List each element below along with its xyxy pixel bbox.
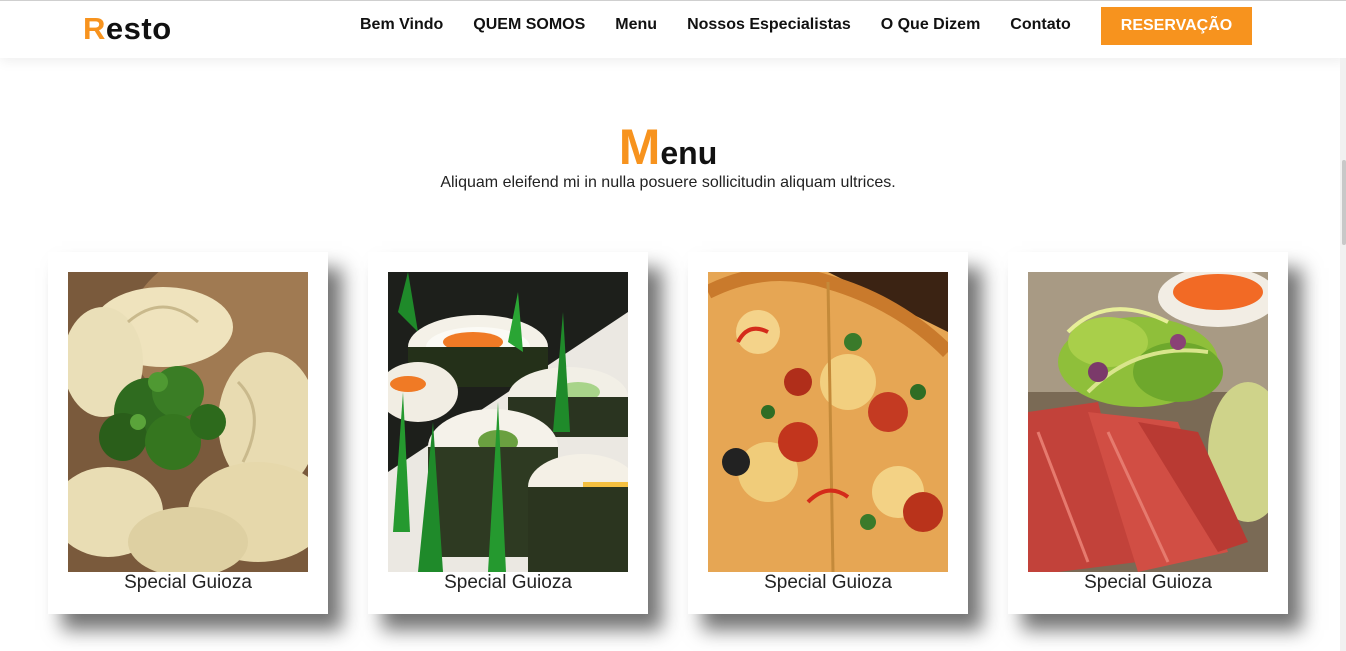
brand-logo[interactable]: Resto — [83, 11, 172, 47]
sushi-photo — [388, 272, 628, 572]
card-caption: Special Guioza — [764, 572, 892, 593]
reservation-button[interactable]: RESERVAÇÃO — [1101, 7, 1252, 45]
menu-card[interactable]: Special Guioza — [1008, 252, 1288, 614]
brand-rest: esto — [105, 11, 172, 46]
nav-link-bem-vindo[interactable]: Bem Vindo — [360, 16, 443, 34]
menu-card[interactable]: Special Guioza — [688, 252, 968, 614]
nav-link-menu[interactable]: Menu — [615, 16, 657, 34]
card-caption: Special Guioza — [444, 572, 572, 593]
nav-link-o-que-dizem[interactable]: O Que Dizem — [881, 16, 981, 34]
menu-section-title: Menu — [0, 118, 1336, 176]
scrollbar[interactable] — [1340, 58, 1346, 651]
main-nav: Bem Vindo QUEM SOMOS Menu Nossos Especia… — [345, 1, 1086, 49]
scrollbar-thumb[interactable] — [1342, 160, 1346, 245]
menu-section-subtitle: Aliquam eleifend mi in nulla posuere sol… — [440, 174, 896, 191]
menu-card[interactable]: Special Guioza — [48, 252, 328, 614]
title-rest: enu — [660, 135, 718, 171]
card-caption: Special Guioza — [124, 572, 252, 593]
nav-link-quem-somos[interactable]: QUEM SOMOS — [473, 16, 585, 34]
menu-card[interactable]: Special Guioza — [368, 252, 648, 614]
nav-link-contato[interactable]: Contato — [1010, 16, 1070, 34]
title-first-letter: M — [618, 119, 661, 175]
navbar: Resto Bem Vindo QUEM SOMOS Menu Nossos E… — [0, 0, 1346, 58]
dumplings-photo — [68, 272, 308, 572]
tuna-salad-photo — [1028, 272, 1268, 572]
brand-first-letter: R — [83, 11, 106, 46]
pizza-photo — [708, 272, 948, 572]
card-caption: Special Guioza — [1084, 572, 1212, 593]
nav-link-nossos-especialistas[interactable]: Nossos Especialistas — [687, 16, 851, 34]
